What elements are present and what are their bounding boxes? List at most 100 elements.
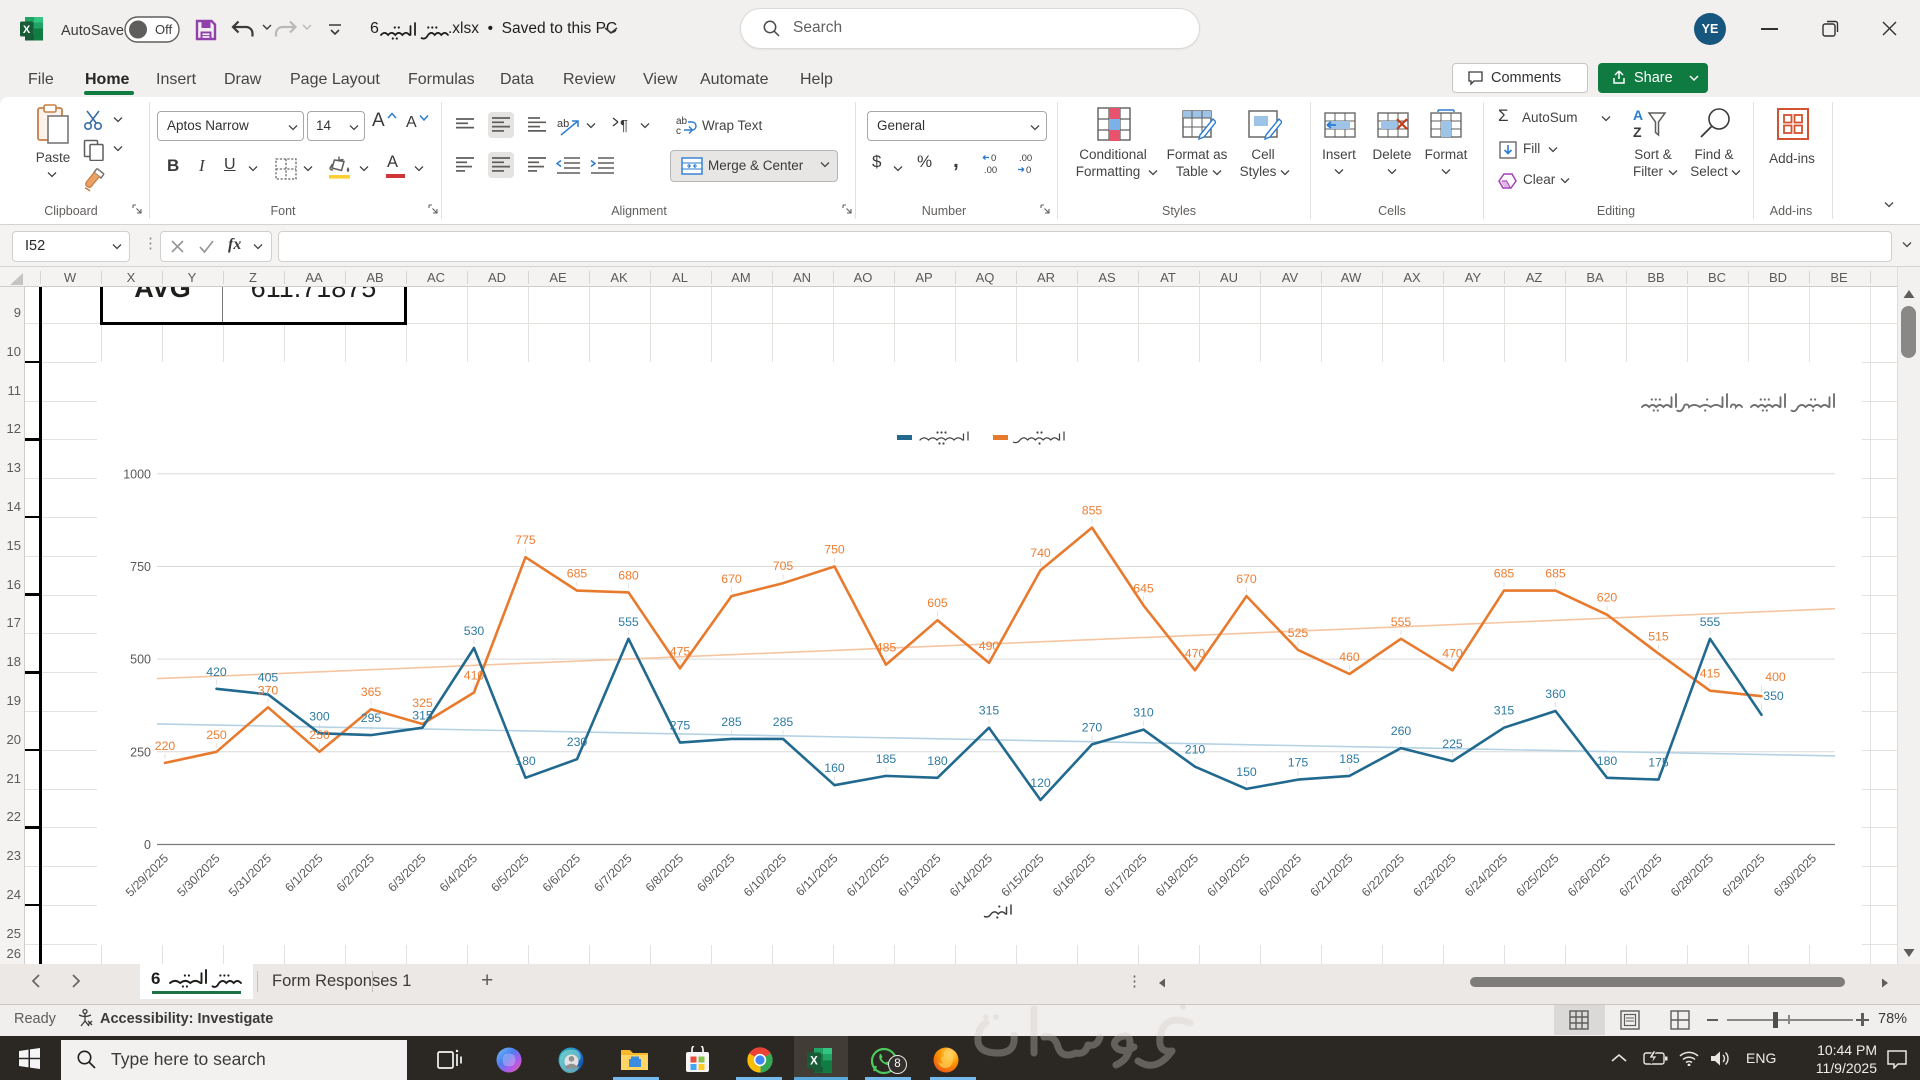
svg-text:160: 160 — [824, 761, 845, 775]
svg-text:460: 460 — [1339, 650, 1360, 664]
svg-text:350: 350 — [1763, 688, 1784, 702]
svg-text:185: 185 — [876, 751, 897, 765]
svg-text:670: 670 — [721, 572, 742, 586]
svg-text:605: 605 — [927, 596, 948, 610]
svg-text:740: 740 — [1030, 546, 1051, 560]
svg-text:6/22/2025: 6/22/2025 — [1359, 851, 1407, 899]
svg-text:6/23/2025: 6/23/2025 — [1410, 851, 1458, 899]
svg-text:6/5/2025: 6/5/2025 — [488, 851, 532, 895]
svg-text:220: 220 — [155, 738, 176, 752]
svg-text:6/19/2025: 6/19/2025 — [1204, 851, 1252, 899]
svg-text:250: 250 — [206, 727, 227, 741]
svg-text:1000: 1000 — [123, 467, 151, 481]
svg-text:470: 470 — [1185, 646, 1206, 660]
svg-text:285: 285 — [773, 714, 794, 728]
svg-text:285: 285 — [721, 714, 742, 728]
svg-text:250: 250 — [130, 745, 151, 759]
svg-text:.00: .00 — [984, 165, 997, 176]
svg-text:180: 180 — [515, 753, 536, 767]
svg-text:295: 295 — [361, 711, 382, 725]
svg-text:855: 855 — [1082, 503, 1103, 517]
svg-text:555: 555 — [1700, 614, 1721, 628]
svg-text:485: 485 — [876, 640, 897, 654]
svg-text:500: 500 — [130, 652, 151, 666]
svg-text:415: 415 — [1700, 666, 1721, 680]
svg-text:555: 555 — [618, 614, 639, 628]
svg-text:6/10/2025: 6/10/2025 — [741, 851, 789, 899]
svg-text:315: 315 — [412, 708, 433, 722]
svg-text:6/7/2025: 6/7/2025 — [591, 851, 635, 895]
svg-text:370: 370 — [258, 683, 279, 697]
svg-text:175: 175 — [1648, 755, 1669, 769]
svg-text:210: 210 — [1185, 742, 1206, 756]
svg-text:680: 680 — [618, 568, 639, 582]
svg-text:A: A — [1633, 107, 1643, 123]
svg-text:6/24/2025: 6/24/2025 — [1462, 851, 1510, 899]
svg-text:405: 405 — [258, 670, 279, 684]
svg-text:.00: .00 — [1019, 153, 1032, 164]
svg-text:0: 0 — [1026, 165, 1031, 176]
svg-text:300: 300 — [309, 709, 330, 723]
svg-text:6/17/2025: 6/17/2025 — [1101, 851, 1149, 899]
svg-text:5/30/2025: 5/30/2025 — [174, 851, 222, 899]
svg-text:6/1/2025: 6/1/2025 — [282, 851, 326, 895]
svg-text:230: 230 — [567, 735, 588, 749]
svg-text:620: 620 — [1597, 590, 1618, 604]
svg-text:6/3/2025: 6/3/2025 — [385, 851, 429, 895]
svg-text:260: 260 — [1391, 724, 1412, 738]
svg-text:750: 750 — [130, 560, 151, 574]
svg-text:365: 365 — [361, 685, 382, 699]
svg-text:275: 275 — [670, 718, 691, 732]
svg-text:6/9/2025: 6/9/2025 — [694, 851, 738, 895]
svg-text:6/2/2025: 6/2/2025 — [334, 851, 378, 895]
svg-text:5/29/2025: 5/29/2025 — [123, 851, 171, 899]
svg-text:490: 490 — [979, 638, 1000, 652]
svg-text:5/31/2025: 5/31/2025 — [226, 851, 274, 899]
svg-text:6/16/2025: 6/16/2025 — [1050, 851, 1098, 899]
svg-text:Off: Off — [155, 22, 172, 37]
svg-text:555: 555 — [1391, 614, 1412, 628]
svg-text:c: c — [676, 126, 681, 135]
svg-text:470: 470 — [1442, 646, 1463, 660]
svg-text:515: 515 — [1648, 629, 1669, 643]
svg-text:6/25/2025: 6/25/2025 — [1513, 851, 1561, 899]
svg-text:310: 310 — [1133, 705, 1154, 719]
svg-text:315: 315 — [979, 703, 1000, 717]
svg-text:6/18/2025: 6/18/2025 — [1153, 851, 1201, 899]
svg-text:6/15/2025: 6/15/2025 — [998, 851, 1046, 899]
svg-text:X: X — [23, 24, 31, 36]
svg-text:185: 185 — [1339, 751, 1360, 765]
svg-text:175: 175 — [1288, 755, 1309, 769]
svg-text:6/29/2025: 6/29/2025 — [1719, 851, 1767, 899]
svg-text:670: 670 — [1236, 572, 1257, 586]
svg-text:0: 0 — [144, 838, 151, 852]
svg-text:645: 645 — [1133, 581, 1154, 595]
svg-text:685: 685 — [567, 566, 588, 580]
svg-text:525: 525 — [1288, 625, 1309, 639]
svg-text:705: 705 — [773, 559, 794, 573]
svg-text:6/4/2025: 6/4/2025 — [437, 851, 481, 895]
svg-text:410: 410 — [464, 668, 485, 682]
svg-text:180: 180 — [927, 753, 948, 767]
svg-text:6/13/2025: 6/13/2025 — [895, 851, 943, 899]
svg-text:¶: ¶ — [620, 117, 628, 134]
svg-text:315: 315 — [1494, 703, 1515, 717]
svg-text:530: 530 — [464, 624, 485, 638]
svg-text:225: 225 — [1442, 737, 1463, 751]
svg-text:360: 360 — [1545, 687, 1566, 701]
svg-text:6/14/2025: 6/14/2025 — [947, 851, 995, 899]
svg-text:6/26/2025: 6/26/2025 — [1565, 851, 1613, 899]
svg-text:X: X — [810, 1056, 818, 1068]
svg-text:685: 685 — [1494, 566, 1515, 580]
svg-text:6/20/2025: 6/20/2025 — [1256, 851, 1304, 899]
svg-text:6/12/2025: 6/12/2025 — [844, 851, 892, 899]
svg-text:6/6/2025: 6/6/2025 — [540, 851, 584, 895]
svg-text:120: 120 — [1030, 776, 1051, 790]
svg-text:6/28/2025: 6/28/2025 — [1668, 851, 1716, 899]
svg-text:400: 400 — [1765, 670, 1786, 684]
svg-text:475: 475 — [670, 644, 691, 658]
svg-text:250: 250 — [309, 727, 330, 741]
svg-text:6/27/2025: 6/27/2025 — [1616, 851, 1664, 899]
svg-text:420: 420 — [206, 664, 227, 678]
svg-text:6/11/2025: 6/11/2025 — [793, 851, 841, 899]
